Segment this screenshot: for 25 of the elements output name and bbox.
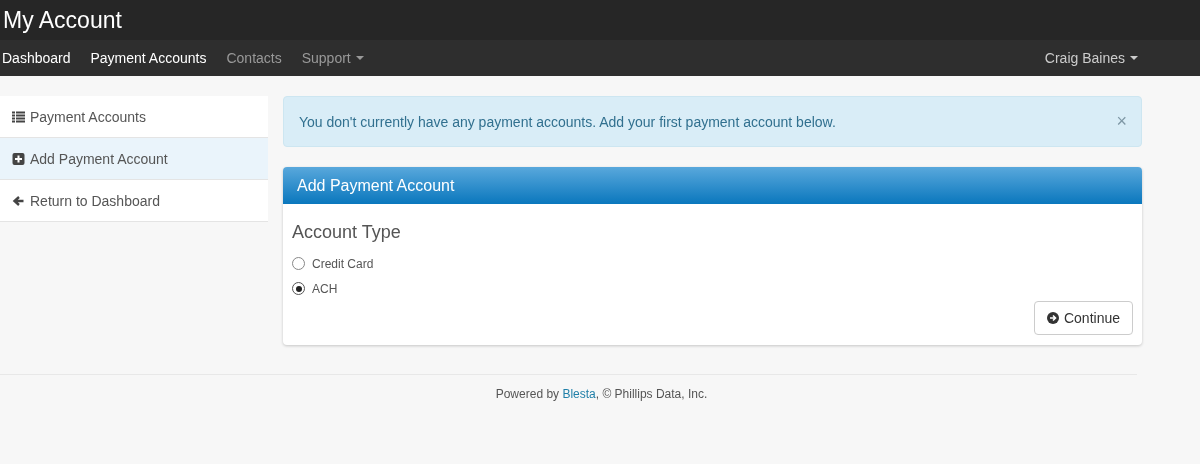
arrow-left-icon — [12, 194, 25, 207]
caret-icon — [1130, 56, 1138, 60]
caret-icon — [355, 56, 364, 60]
arrow-circle-icon — [1046, 312, 1059, 324]
list-icon — [12, 110, 25, 123]
user-menu[interactable]: Craig Baines — [1044, 50, 1138, 66]
section-heading: Account Type — [292, 222, 402, 243]
sidebar-item[interactable]: Return to Dashboard — [0, 180, 268, 222]
nav-link[interactable]: Dashboard — [2, 50, 71, 66]
nav-link[interactable]: Support — [301, 50, 364, 66]
sidebar-item[interactable]: Payment Accounts — [0, 96, 268, 138]
footer-text: Powered by Blesta, © Phillips Data, Inc. — [494, 387, 708, 401]
radio-button[interactable] — [292, 257, 305, 270]
continue-button[interactable]: Continue — [1033, 301, 1133, 335]
panel-title: Add Payment Account — [297, 176, 455, 195]
blesta-link[interactable]: Blesta — [562, 387, 596, 401]
radio-label: Credit Card — [312, 256, 374, 271]
radio-button[interactable] — [292, 282, 305, 295]
nav-link[interactable]: Payment Accounts — [90, 50, 207, 66]
nav-link[interactable]: Contacts — [226, 50, 282, 66]
page-title: My Account — [3, 6, 122, 34]
alert-message: You don't currently have any payment accounts. Add your first payment account below. — [299, 113, 836, 130]
plus-square-icon — [12, 152, 25, 165]
radio-label: ACH — [312, 281, 338, 296]
sidebar-item[interactable]: Add Payment Account — [0, 138, 268, 180]
